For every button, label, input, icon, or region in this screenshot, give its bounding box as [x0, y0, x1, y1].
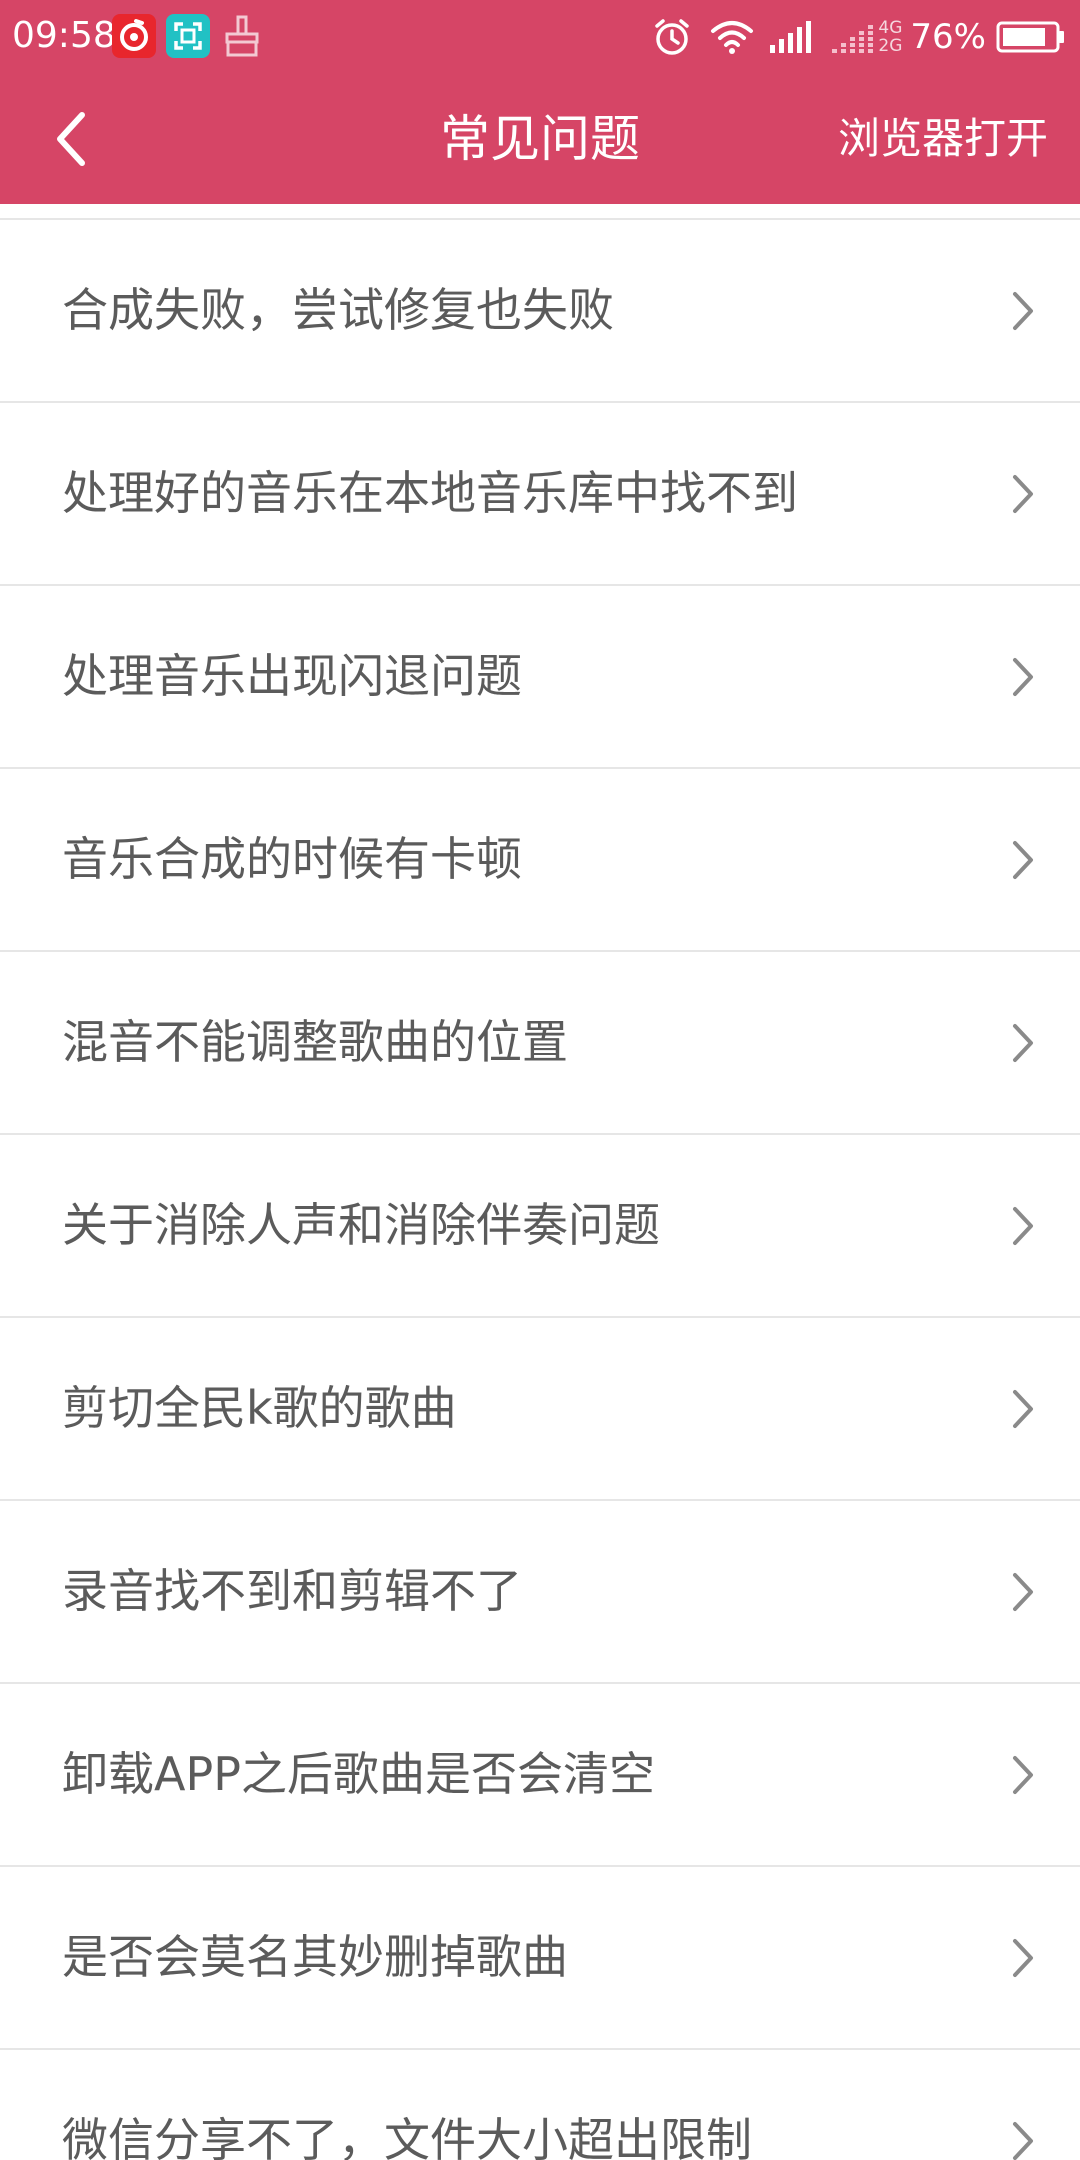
- faq-list-top-divider: [0, 204, 1080, 220]
- chevron-right-icon: [1013, 292, 1033, 330]
- network-type-bottom: 2G: [878, 36, 903, 56]
- status-right-cluster: 4G 2G 76%: [652, 10, 1066, 64]
- faq-item[interactable]: 剪切全民k歌的歌曲: [0, 1318, 1080, 1501]
- faq-item-label: 录音找不到和剪辑不了: [62, 1564, 522, 1618]
- chevron-right-icon: [1013, 841, 1033, 879]
- faq-item-label: 卸载APP之后歌曲是否会清空: [62, 1747, 655, 1801]
- faq-item[interactable]: 微信分享不了，文件大小超出限制: [0, 2050, 1080, 2160]
- faq-item-label: 混音不能调整歌曲的位置: [62, 1015, 568, 1069]
- screen: 09:58 4G 2G 76% 常见问题 浏览器打开 合成失败，尝试修复也失败 …: [0, 0, 1080, 2160]
- chevron-right-icon: [1013, 1573, 1033, 1611]
- scan-app-icon: [166, 14, 210, 58]
- status-time: 09:58: [12, 15, 116, 56]
- network-type-top: 4G: [878, 18, 903, 38]
- faq-item-label: 音乐合成的时候有卡顿: [62, 832, 522, 886]
- chevron-right-icon: [1013, 1024, 1033, 1062]
- cleaner-app-icon: [220, 14, 264, 58]
- netease-music-icon: [112, 14, 156, 58]
- faq-item[interactable]: 卸载APP之后歌曲是否会清空: [0, 1684, 1080, 1867]
- signal-secondary-icon: 4G 2G: [830, 17, 902, 57]
- chevron-right-icon: [1013, 1207, 1033, 1245]
- signal-icon: [768, 19, 812, 55]
- chevron-right-icon: [1013, 1756, 1033, 1794]
- faq-item-label: 是否会莫名其妙删掉歌曲: [62, 1930, 568, 1984]
- app-header: 常见问题 浏览器打开: [0, 74, 1080, 204]
- faq-item-label: 关于消除人声和消除伴奏问题: [62, 1198, 660, 1252]
- faq-item[interactable]: 是否会莫名其妙删掉歌曲: [0, 1867, 1080, 2050]
- faq-item[interactable]: 处理好的音乐在本地音乐库中找不到: [0, 403, 1080, 586]
- faq-item[interactable]: 音乐合成的时候有卡顿: [0, 769, 1080, 952]
- faq-item-label: 处理好的音乐在本地音乐库中找不到: [62, 466, 798, 520]
- faq-item[interactable]: 混音不能调整歌曲的位置: [0, 952, 1080, 1135]
- faq-item-label: 处理音乐出现闪退问题: [62, 649, 522, 703]
- open-in-browser-button[interactable]: 浏览器打开: [838, 112, 1048, 166]
- chevron-right-icon: [1013, 1390, 1033, 1428]
- faq-item[interactable]: 关于消除人声和消除伴奏问题: [0, 1135, 1080, 1318]
- status-bar: 09:58 4G 2G 76%: [0, 0, 1080, 74]
- faq-item-label: 剪切全民k歌的歌曲: [62, 1381, 457, 1435]
- faq-item[interactable]: 处理音乐出现闪退问题: [0, 586, 1080, 769]
- faq-item-label: 合成失败，尝试修复也失败: [62, 283, 614, 337]
- chevron-right-icon: [1013, 1939, 1033, 1977]
- chevron-right-icon: [1013, 2122, 1033, 2160]
- chevron-right-icon: [1013, 658, 1033, 696]
- network-type-label: 4G 2G: [878, 19, 902, 55]
- battery-icon: [996, 20, 1066, 54]
- faq-item-label: 微信分享不了，文件大小超出限制: [62, 2113, 752, 2160]
- wifi-icon: [710, 19, 754, 55]
- faq-list: 合成失败，尝试修复也失败处理好的音乐在本地音乐库中找不到 处理音乐出现闪退问题 音乐…: [0, 204, 1080, 2160]
- alarm-icon: [652, 17, 692, 57]
- battery-percent: 76%: [910, 17, 986, 57]
- top-bar: 09:58 4G 2G 76% 常见问题 浏览器打开: [0, 0, 1080, 204]
- chevron-right-icon: [1013, 475, 1033, 513]
- faq-item[interactable]: 合成失败，尝试修复也失败: [0, 220, 1080, 403]
- faq-item[interactable]: 录音找不到和剪辑不了: [0, 1501, 1080, 1684]
